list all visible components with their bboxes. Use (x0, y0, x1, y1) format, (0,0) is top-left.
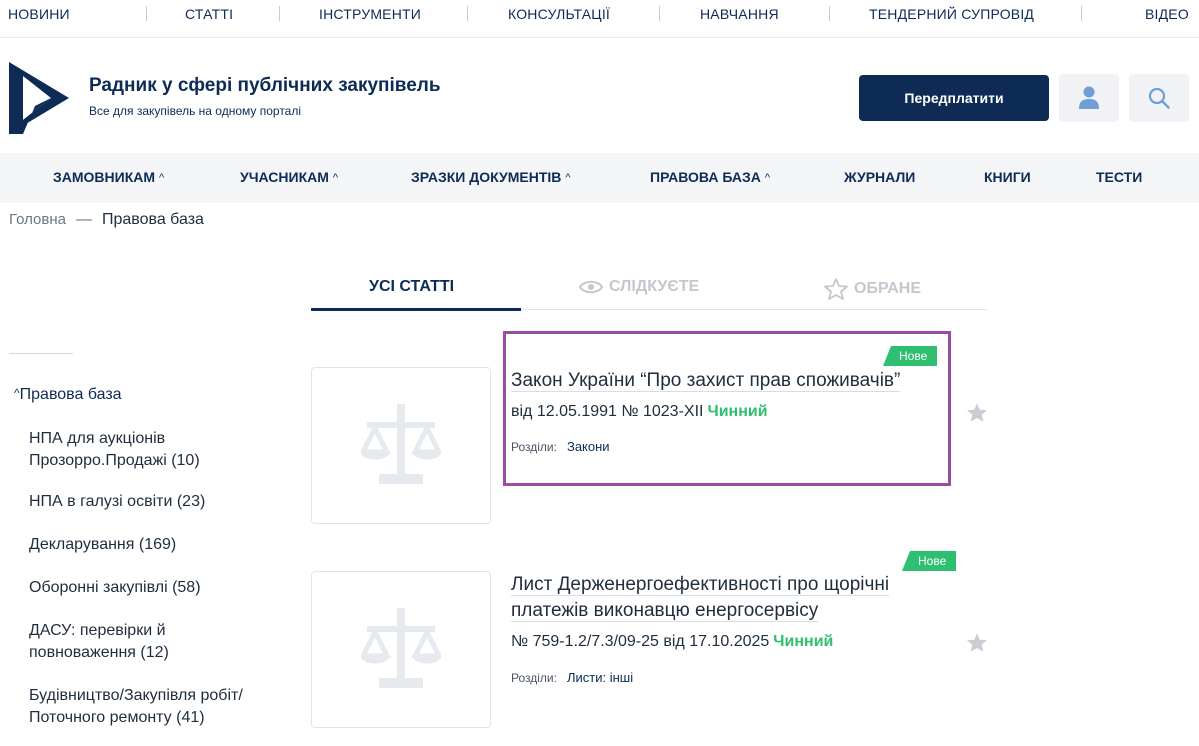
main-nav-label: ПРАВОВА БАЗА (650, 169, 761, 185)
article-title-text: платежів виконавцю енергосервісу (511, 600, 819, 622)
sidebar-item-label: Будівництво/Закупівля робіт/ (29, 687, 243, 704)
main-nav-participants[interactable]: УЧАСНИКАМ ^ (240, 169, 338, 185)
divider (659, 6, 660, 21)
chevron-up-icon: ^ (565, 172, 571, 184)
divider (146, 6, 147, 21)
top-nav: НОВИНИ СТАТТІ ІНСТРУМЕНТИ КОНСУЛЬТАЦІЇ Н… (0, 0, 1199, 38)
main-nav-label: КНИГИ (984, 169, 1031, 185)
new-badge: Нове (902, 551, 957, 571)
chevron-up-icon: ^ (332, 172, 339, 184)
site-subtitle: Все для закупівель на одному порталі (89, 104, 302, 118)
main-nav-legal-base[interactable]: ПРАВОВА БАЗА ^ (650, 169, 770, 185)
sidebar-item-label: Декларування (169) (29, 536, 177, 553)
status-badge: Чинний (773, 633, 834, 650)
article-tabs: УСІ СТАТТІ СЛІДКУЄТЕ ОБРАНЕ (311, 268, 987, 311)
article-sections: Розділи: Листи: інші (511, 670, 633, 685)
sections-label: Розділи: (511, 671, 557, 685)
main-nav-journals[interactable]: ЖУРНАЛИ (844, 169, 915, 185)
main-nav-label: ТЕСТИ (1096, 169, 1143, 185)
main-nav-label: УЧАСНИКАМ (240, 169, 329, 185)
article-meta: № 759-1.2/7.3/09-25 від 17.10.2025 Чинний (511, 633, 833, 651)
sidebar-item-label: Поточного ремонту (41) (29, 709, 205, 726)
main-nav-document-samples[interactable]: ЗРАЗКИ ДОКУМЕНТІВ ^ (411, 169, 571, 185)
breadcrumb-home[interactable]: Головна (9, 211, 66, 228)
chevron-up-icon: ^ (159, 172, 165, 184)
sidebar-heading-label: Правова база (19, 386, 122, 403)
main-nav-books[interactable]: КНИГИ (984, 169, 1031, 185)
tab-label: СЛІДКУЄТЕ (609, 278, 700, 295)
eye-icon (579, 280, 603, 294)
logo-icon[interactable] (9, 62, 71, 134)
main-nav-tests[interactable]: ТЕСТИ (1096, 169, 1142, 185)
sidebar-item-label: Оборонні закупівлі (58) (29, 579, 201, 596)
main-nav-label: ЖУРНАЛИ (844, 169, 916, 185)
tab-following[interactable]: СЛІДКУЄТЕ (579, 278, 699, 296)
top-nav-tender-support[interactable]: ТЕНДЕРНИЙ СУПРОВІД (869, 6, 1034, 22)
sidebar-item-label: НПА для аукціонів (29, 430, 166, 447)
tab-all-articles[interactable]: УСІ СТАТТІ (369, 278, 454, 296)
star-icon[interactable] (966, 402, 988, 423)
top-nav-education[interactable]: НАВЧАННЯ (700, 6, 779, 22)
search-icon (1148, 87, 1170, 109)
tab-favorites[interactable]: ОБРАНЕ (824, 278, 921, 300)
sidebar-item-defense[interactable]: Оборонні закупівлі (58) (29, 577, 289, 599)
user-icon (1079, 86, 1099, 109)
sidebar-item-auctions[interactable]: НПА для аукціонів Прозорро.Продажі (10) (29, 428, 289, 472)
scales-icon (361, 403, 441, 484)
top-nav-tools[interactable]: ІНСТРУМЕНТИ (319, 6, 421, 22)
divider (9, 353, 73, 354)
chevron-up-icon: ^ (764, 172, 771, 184)
search-button[interactable] (1129, 74, 1189, 122)
sidebar-item-label: повноваження (12) (29, 644, 169, 661)
article-thumbnail[interactable] (311, 367, 491, 524)
top-nav-consultations[interactable]: КОНСУЛЬТАЦІЇ (508, 6, 610, 22)
tab-label: УСІ СТАТТІ (369, 278, 455, 295)
breadcrumb-separator: — (76, 211, 92, 228)
sidebar-item-construction[interactable]: Будівництво/Закупівля робіт/Поточного ре… (29, 685, 289, 729)
star-outline-icon (824, 278, 848, 300)
sidebar-item-label: НПА в галузі освіти (23) (29, 493, 206, 510)
sidebar-item-dasu[interactable]: ДАСУ: перевірки й повноваження (12) (29, 620, 289, 664)
article-title[interactable]: Лист Держенергоефективності про щорічні п… (511, 572, 941, 624)
sidebar-heading[interactable]: ^Правова база (14, 386, 122, 404)
article-title-text: Лист Держенергоефективності про щорічні (511, 574, 890, 596)
main-nav-label: ЗРАЗКИ ДОКУМЕНТІВ (411, 169, 562, 185)
divider (1081, 6, 1082, 21)
divider (279, 6, 280, 21)
star-icon[interactable] (966, 632, 988, 653)
top-nav-articles[interactable]: СТАТТІ (185, 6, 233, 22)
sidebar-item-education[interactable]: НПА в галузі освіти (23) (29, 491, 289, 513)
sidebar-item-declaring[interactable]: Декларування (169) (29, 534, 289, 556)
divider (467, 6, 468, 21)
scales-icon (361, 607, 441, 688)
main-nav-customers[interactable]: ЗАМОВНИКАМ ^ (53, 169, 164, 185)
divider (829, 6, 830, 21)
user-button[interactable] (1059, 74, 1119, 122)
breadcrumb: Головна — Правова база (9, 211, 204, 229)
article-thumbnail[interactable] (311, 571, 491, 728)
sidebar-item-label: ДАСУ: перевірки й (29, 622, 166, 639)
top-nav-video[interactable]: ВІДЕО (1145, 6, 1189, 22)
section-link[interactable]: Листи: інші (567, 670, 633, 685)
active-tab-indicator (311, 308, 521, 311)
sidebar-item-label: Прозорро.Продажі (10) (29, 452, 200, 469)
main-nav-label: ЗАМОВНИКАМ (53, 169, 156, 185)
top-nav-news[interactable]: НОВИНИ (8, 6, 70, 22)
breadcrumb-current: Правова база (102, 211, 204, 228)
highlight-box (503, 331, 951, 486)
subscribe-button[interactable]: Передплатити (859, 75, 1049, 121)
tab-label: ОБРАНЕ (854, 280, 921, 297)
main-nav: ЗАМОВНИКАМ ^ УЧАСНИКАМ ^ ЗРАЗКИ ДОКУМЕНТІВ… (0, 153, 1199, 203)
site-title[interactable]: Радник у сфері публічних закупівель (89, 75, 441, 97)
article-meta-text: № 759-1.2/7.3/09-25 від 17.10.2025 (511, 633, 770, 650)
